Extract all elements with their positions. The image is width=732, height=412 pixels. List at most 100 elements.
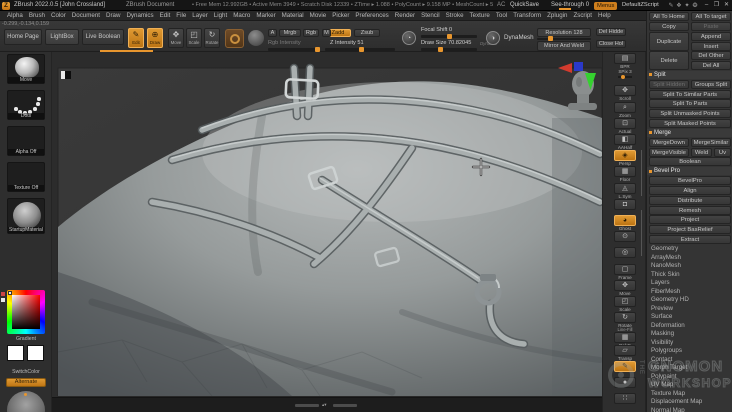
- menu-dynamics[interactable]: Dynamics: [123, 11, 156, 21]
- lsym-button[interactable]: ◬ L.Sym: [614, 182, 636, 199]
- actual-button[interactable]: ⊡ Actual: [614, 117, 636, 134]
- menu-color[interactable]: Color: [48, 11, 69, 21]
- floor-button[interactable]: ▦ Floor: [614, 166, 636, 182]
- aahalf-button[interactable]: ◧ AAHalf: [614, 134, 636, 150]
- xpose-button[interactable]: ⊙: [614, 231, 636, 243]
- section-uv-map[interactable]: UV Map: [651, 381, 673, 388]
- mode-button-a[interactable]: A: [268, 29, 277, 37]
- draw-toggle-button[interactable]: ✎: [614, 360, 636, 372]
- menu-alpha[interactable]: Alpha: [4, 11, 26, 21]
- remesh-button[interactable]: Remesh: [649, 205, 731, 215]
- menu-layer[interactable]: Layer: [189, 11, 210, 21]
- maximize-button[interactable]: ❐: [712, 1, 721, 10]
- dynamesh-dial-icon[interactable]: ◑: [486, 31, 500, 45]
- split-masked-points-button[interactable]: Split Masked Points: [649, 119, 731, 128]
- transp-button[interactable]: ▱ Transp: [614, 344, 636, 361]
- section-arraymesh[interactable]: ArrayMesh: [651, 254, 681, 261]
- menu-brush[interactable]: Brush: [26, 11, 48, 21]
- bevelpro-button[interactable]: BevelPro: [649, 176, 731, 186]
- delete-button[interactable]: Delete: [649, 51, 689, 71]
- mode-button-m[interactable]: M: [322, 29, 331, 37]
- live-boolean-button[interactable]: Live Boolean: [82, 29, 124, 45]
- boolean-button[interactable]: Boolean: [649, 157, 731, 167]
- tray-thumb-move[interactable]: Move: [7, 54, 45, 84]
- titlebar-tool-icon-3[interactable]: ✦: [683, 2, 691, 10]
- spix-button[interactable]: SPix 3: [614, 69, 636, 80]
- all-to-home-button[interactable]: All To Home: [649, 12, 689, 21]
- rgb-intensity-slider[interactable]: [268, 46, 320, 52]
- split-section-header[interactable]: Split: [647, 70, 732, 79]
- menu-light[interactable]: Light: [211, 11, 230, 21]
- viewport-canvas[interactable]: ▴▾: [52, 52, 602, 412]
- del-all-button[interactable]: Del All: [691, 61, 731, 71]
- section-geometry-hd[interactable]: Geometry HD: [651, 296, 689, 303]
- canvas-scrollbar[interactable]: ▴▾: [295, 402, 359, 408]
- edit-mode-button[interactable]: ✎ Edit: [128, 28, 144, 48]
- menu-help[interactable]: Help: [595, 11, 614, 21]
- menu-picker[interactable]: Picker: [329, 11, 352, 21]
- shelf-mini-slider-1[interactable]: [641, 150, 642, 196]
- section-polypaint[interactable]: Polypaint: [651, 373, 676, 380]
- section-morph-target[interactable]: Morph Target: [651, 364, 687, 371]
- section-deformation[interactable]: Deformation: [651, 322, 685, 329]
- menu-draw[interactable]: Draw: [103, 11, 123, 21]
- project-button[interactable]: Project: [649, 215, 731, 225]
- main-color-swatch[interactable]: [7, 345, 24, 361]
- section-surface[interactable]: Surface: [651, 313, 672, 320]
- menus-button[interactable]: Menus: [594, 1, 618, 10]
- quicksave-button[interactable]: QuickSave: [510, 0, 539, 11]
- section-masking[interactable]: Masking: [651, 330, 674, 337]
- scale3d-button[interactable]: ◰ Scale: [614, 296, 636, 312]
- current-material-button[interactable]: [248, 30, 264, 46]
- menu-tool[interactable]: Tool: [493, 11, 510, 21]
- mirror-and-weld-button[interactable]: Mirror And Weld: [537, 41, 591, 51]
- ghost-button[interactable]: ◕ Ghost: [614, 215, 636, 231]
- menu-edit[interactable]: Edit: [157, 11, 174, 21]
- draw-size-slider[interactable]: [421, 46, 477, 52]
- menu-file[interactable]: File: [173, 11, 189, 21]
- tray-thumb-texture-off[interactable]: Texture Off: [7, 162, 45, 192]
- extract-button[interactable]: Extract: [649, 235, 731, 244]
- rotate-mode-button[interactable]: ↻ Rotate: [204, 28, 220, 48]
- see-through-slider[interactable]: See-through 0: [551, 0, 589, 11]
- section-preview[interactable]: Preview: [651, 305, 673, 312]
- merge-section-header[interactable]: Merge: [647, 128, 732, 137]
- frame-button[interactable]: ▢ Frame: [614, 263, 636, 280]
- menu-texture[interactable]: Texture: [467, 11, 493, 21]
- menu-material[interactable]: Material: [279, 11, 307, 21]
- mergesimilar-button[interactable]: MergeSimilar: [691, 137, 731, 147]
- bevel-pro-section-header[interactable]: Bevel Pro: [647, 167, 732, 176]
- section-geometry[interactable]: Geometry: [651, 245, 678, 252]
- split-to-parts-button[interactable]: Split To Parts: [649, 99, 731, 109]
- lock-button[interactable]: ◘: [614, 198, 636, 210]
- focal-shift-dial-icon[interactable]: ◔: [402, 31, 416, 45]
- material-toggle-button[interactable]: ●: [614, 377, 636, 388]
- uv-button[interactable]: Uv: [714, 147, 731, 157]
- copy-button[interactable]: Copy: [649, 21, 689, 31]
- close-button[interactable]: ✕: [722, 1, 731, 10]
- all-to-target-button[interactable]: All To target: [691, 12, 731, 21]
- section-nanomesh[interactable]: NanoMesh: [651, 262, 681, 269]
- duplicate-button[interactable]: Duplicate: [649, 31, 689, 51]
- resolution-track[interactable]: [537, 36, 591, 41]
- tray-thumb-alpha-off[interactable]: Alpha Off: [7, 126, 45, 156]
- resolution-slider[interactable]: Resolution 128: [537, 28, 591, 37]
- draw-mode-button[interactable]: ⊕ Draw: [147, 28, 163, 48]
- section-visibility[interactable]: Visibility: [651, 339, 673, 346]
- weld-button[interactable]: Weld: [691, 147, 712, 157]
- minimize-button[interactable]: –: [702, 1, 711, 10]
- spix-slider[interactable]: [618, 75, 632, 80]
- titlebar-tool-icon-4[interactable]: ❂: [691, 2, 699, 10]
- zsub-button[interactable]: Zsub: [354, 29, 380, 37]
- menu-stroke[interactable]: Stroke: [443, 11, 467, 21]
- menu-preferences[interactable]: Preferences: [352, 11, 391, 21]
- secondary-color-swatch[interactable]: [27, 345, 44, 361]
- append-button[interactable]: Append: [691, 31, 731, 41]
- lightbox-button[interactable]: LightBox: [45, 29, 79, 45]
- align-button[interactable]: Align: [649, 186, 731, 195]
- scroll-button[interactable]: ✥ Scroll: [614, 85, 636, 101]
- saturation-square[interactable]: [12, 295, 40, 329]
- section-layers[interactable]: Layers: [651, 279, 670, 286]
- menu-zscript[interactable]: Zscript: [570, 11, 595, 21]
- persp-button[interactable]: ◈ Persp: [614, 150, 636, 166]
